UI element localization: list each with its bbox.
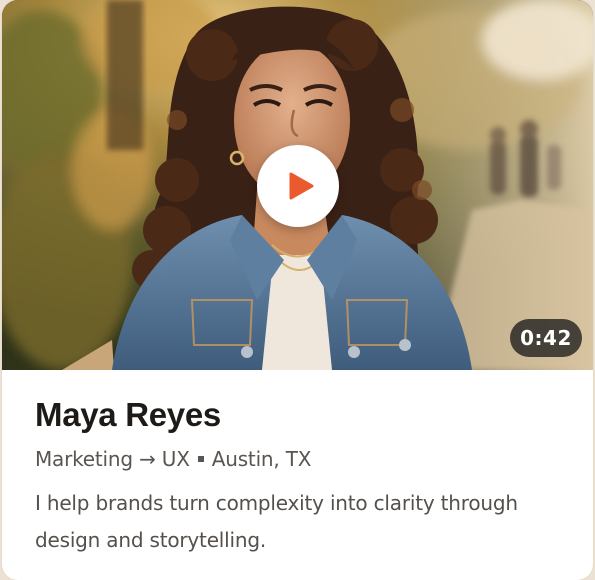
play-button[interactable] (257, 145, 339, 227)
separator-dot (197, 455, 204, 462)
role-to: UX (161, 447, 190, 471)
profile-bio: I help brands turn complexity into clari… (35, 491, 518, 552)
location: Austin, TX (211, 447, 312, 471)
arrow-icon: → (139, 447, 156, 471)
duration-badge: 0:42 (510, 319, 582, 357)
profile-subtitle: Marketing → UX Austin, TX (35, 447, 311, 471)
profile-name: Maya Reyes (35, 396, 221, 433)
profile-card: 0:42 Maya Reyes Marketing → UX Austin, TX… (2, 0, 593, 580)
video-thumbnail[interactable]: 0:42 (2, 0, 593, 370)
play-icon (289, 172, 313, 200)
role-from: Marketing (35, 447, 133, 471)
